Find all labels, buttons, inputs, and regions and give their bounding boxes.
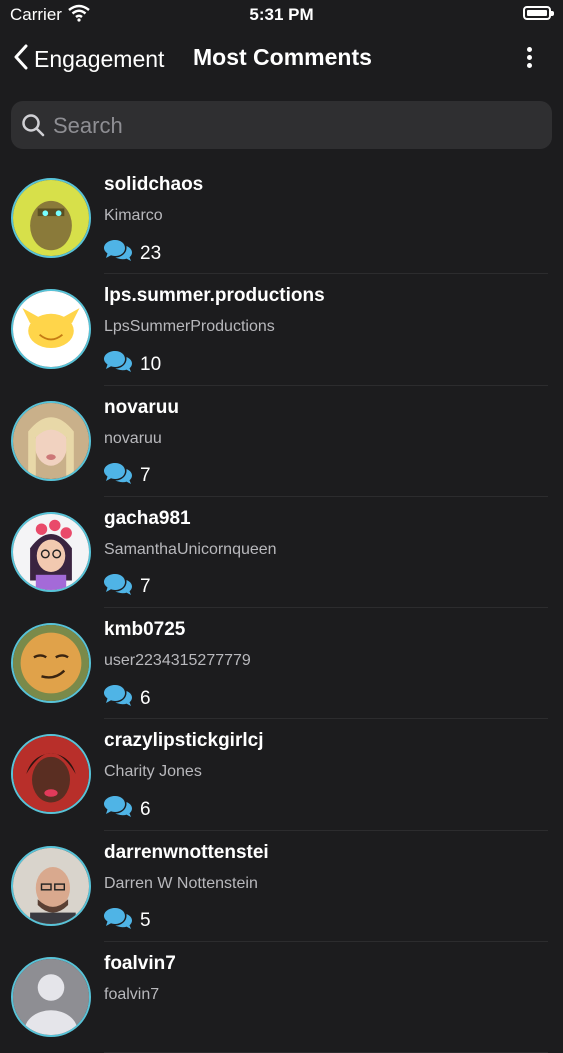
- username: gacha981: [104, 507, 191, 529]
- list-item[interactable]: foalvin7 foalvin7: [0, 942, 563, 1053]
- comment-count-value: 6: [140, 687, 151, 709]
- list-item[interactable]: lps.summer.productions LpsSummerProducti…: [0, 274, 563, 386]
- comment-bubbles-icon: [104, 573, 132, 601]
- search-input[interactable]: [51, 101, 545, 151]
- comment-bubbles-icon: [104, 240, 132, 267]
- display-name: foalvin7: [104, 986, 160, 1004]
- search-bar[interactable]: [11, 101, 552, 151]
- list-item[interactable]: darrenwnottenstei Darren W Nottenstein 5: [0, 831, 563, 943]
- back-button[interactable]: Engagement: [14, 42, 164, 76]
- avatar: [11, 734, 91, 815]
- avatar: [11, 845, 91, 926]
- more-options-icon[interactable]: [522, 44, 536, 72]
- comment-bubbles-icon: [104, 351, 132, 378]
- list-item[interactable]: solidchaos Kimarco 23: [0, 163, 563, 275]
- comment-count-value: 7: [140, 576, 151, 598]
- display-name: Charity Jones: [104, 763, 202, 781]
- username: darrenwnottenstei: [104, 841, 269, 863]
- comment-count-value: 5: [140, 910, 151, 932]
- chevron-left-icon: [14, 44, 28, 75]
- comment-count: 6: [104, 796, 151, 823]
- display-name: Kimarco: [104, 207, 163, 224]
- list-item[interactable]: crazylipstickgirlcj Charity Jones 6: [0, 719, 563, 832]
- clock: 5:31 PM: [249, 5, 314, 24]
- avatar: [11, 957, 91, 1038]
- avatar: [11, 178, 91, 258]
- username: solidchaos: [104, 174, 204, 195]
- status-bar: Carrier 5:31 PM: [0, 0, 563, 30]
- display-name: LpsSummerProductions: [104, 318, 275, 336]
- username: lps.summer.productions: [104, 285, 325, 307]
- list-item[interactable]: novaruu novaruu 7: [0, 386, 563, 498]
- comment-bubbles-icon: [104, 907, 132, 935]
- display-name: Darren W Nottenstein: [104, 874, 258, 892]
- username: foalvin7: [104, 953, 176, 975]
- comment-count: 7: [104, 462, 151, 490]
- avatar: [11, 289, 91, 370]
- username: kmb0725: [104, 619, 186, 641]
- comment-count-value: 23: [140, 242, 162, 264]
- navigation-bar: Engagement Most Comments: [0, 30, 563, 90]
- list-item[interactable]: gacha981 SamanthaUnicornqueen 7: [0, 497, 563, 609]
- page-title: Most Comments: [193, 44, 372, 70]
- list-item[interactable]: kmb0725 user2234315277779 6: [0, 608, 563, 720]
- comment-count: 23: [104, 240, 161, 267]
- battery-icon: [523, 6, 554, 20]
- display-name: novaruu: [104, 429, 162, 447]
- avatar: [11, 400, 91, 481]
- user-list: solidchaos Kimarco 23 lps.summer.product…: [0, 163, 563, 1053]
- comment-count: 6: [104, 685, 151, 712]
- comment-count-value: 6: [140, 798, 151, 820]
- comment-count: 5: [104, 907, 151, 935]
- display-name: SamanthaUnicornqueen: [104, 540, 277, 558]
- comment-count: 7: [104, 573, 151, 601]
- comment-bubbles-icon: [104, 685, 132, 712]
- avatar: [11, 623, 91, 704]
- comment-bubbles-icon: [104, 796, 132, 823]
- comment-count-value: 7: [140, 465, 151, 487]
- comment-bubbles-icon: [104, 462, 132, 490]
- search-icon: [21, 113, 45, 142]
- avatar: [11, 511, 91, 592]
- username: crazylipstickgirlcj: [104, 730, 264, 752]
- back-label: Engagement: [34, 45, 165, 72]
- comment-count-value: 10: [140, 353, 162, 375]
- display-name: user2234315277779: [104, 652, 251, 670]
- comment-count: 10: [104, 351, 161, 378]
- username: novaruu: [104, 396, 179, 418]
